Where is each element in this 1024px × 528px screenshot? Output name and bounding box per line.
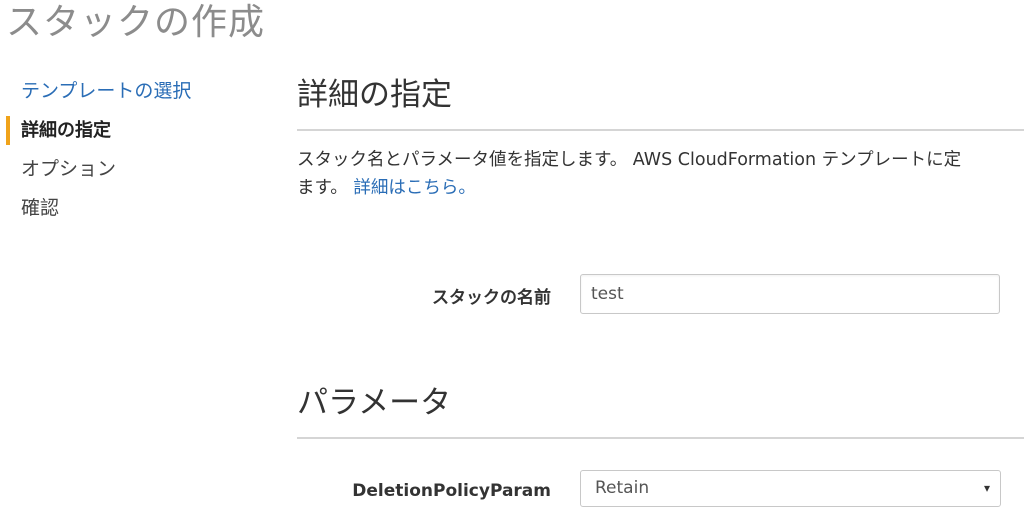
deletion-policy-select[interactable]: Retain ▾ xyxy=(580,470,1001,507)
stack-name-input[interactable] xyxy=(580,274,1000,314)
step-specify-details: 詳細の指定 xyxy=(6,111,246,150)
description-line-2-text: ます。 xyxy=(297,178,354,198)
parameters-section-title: パラメータ xyxy=(297,385,452,421)
deletion-policy-selected-value: Retain xyxy=(595,478,650,498)
chevron-down-icon: ▾ xyxy=(983,481,990,495)
main-content: 詳細の指定 スタック名とパラメータ値を指定します。 AWS CloudForma… xyxy=(297,0,1024,528)
stack-name-label: スタックの名前 xyxy=(432,288,551,308)
learn-more-link[interactable]: 詳細はこちら。 xyxy=(353,178,476,198)
wizard-steps: テンプレートの選択 詳細の指定 オプション 確認 xyxy=(6,72,246,228)
parameters-divider xyxy=(297,437,1024,439)
page-title: スタックの作成 xyxy=(6,2,266,43)
details-divider xyxy=(297,129,1024,131)
description-line-2: ます。 詳細はこちら。 xyxy=(297,174,1024,202)
description-line-1: スタック名とパラメータ値を指定します。 AWS CloudFormation テ… xyxy=(297,150,962,170)
step-options: オプション xyxy=(21,158,117,180)
create-stack-page: スタックの作成 テンプレートの選択 詳細の指定 オプション 確認 詳細の指定 ス… xyxy=(0,0,1024,528)
details-description: スタック名とパラメータ値を指定します。 AWS CloudFormation テ… xyxy=(297,146,1024,202)
details-section-title: 詳細の指定 xyxy=(297,77,452,113)
deletion-policy-label: DeletionPolicyParam xyxy=(352,481,551,501)
step-select-template[interactable]: テンプレートの選択 xyxy=(6,72,246,111)
step-review: 確認 xyxy=(21,197,60,219)
